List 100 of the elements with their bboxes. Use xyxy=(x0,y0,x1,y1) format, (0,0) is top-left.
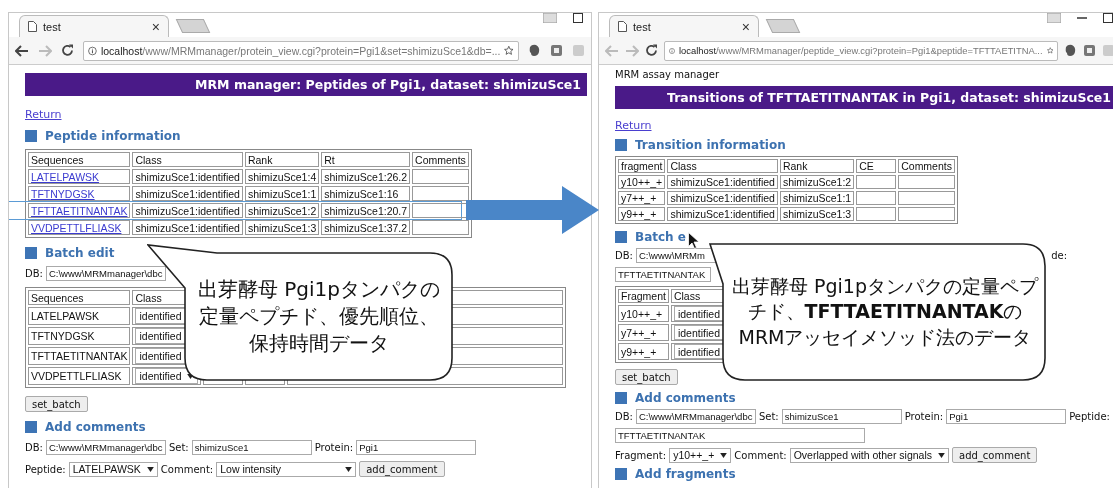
table-cell: y7++_+ xyxy=(618,191,666,205)
text-field[interactable]: C:\www\MRMmanager\dbc xyxy=(45,440,166,455)
section-heading: Add comments xyxy=(635,391,736,405)
heading-marker-icon xyxy=(615,231,627,243)
star-icon[interactable] xyxy=(1046,44,1053,57)
table-cell: VVDPETTLFLIASK xyxy=(28,367,131,385)
action-button[interactable]: add_comment xyxy=(359,461,445,477)
field-label: DB: xyxy=(615,411,633,422)
site-label: MRM assay manager xyxy=(615,69,721,80)
text-field[interactable]: C:\www\MRMmanager\dbc xyxy=(45,266,166,281)
heading-marker-icon xyxy=(25,247,37,259)
address-bar[interactable]: localhost/www/MRMmanager/protein_view.cgi?protein=Pgi1&set=shimizuSce1&db=... xyxy=(83,40,519,61)
return-link[interactable]: Return xyxy=(615,119,652,132)
maximize-icon[interactable] xyxy=(1103,13,1113,23)
field-label: DB: xyxy=(25,268,43,279)
section-heading: Transition information xyxy=(635,138,786,152)
table-cell: shimizuSce1:20.7 xyxy=(321,203,411,218)
browser-tab[interactable]: test × xyxy=(19,15,169,37)
heading-marker-icon xyxy=(615,468,627,480)
table-cell: shimizuSce1:1 xyxy=(779,191,855,205)
text-field[interactable]: Pgi1 xyxy=(356,440,477,455)
table-cell: shimizuSce1:16 xyxy=(321,186,411,201)
extension-icon[interactable] xyxy=(528,44,541,57)
new-tab-button[interactable] xyxy=(175,19,211,33)
new-tab-button[interactable] xyxy=(765,19,801,33)
caret-icon xyxy=(938,452,945,458)
table-cell: shimizuSce1:2 xyxy=(244,203,320,218)
extension-icon[interactable] xyxy=(550,44,563,57)
close-button[interactable]: × xyxy=(151,19,160,34)
caret-icon xyxy=(720,452,728,458)
table-cell: shimizuSce1:identified xyxy=(132,186,243,201)
table-cell: y10++_+ xyxy=(618,175,666,189)
browser-tab[interactable]: test × xyxy=(609,15,759,37)
field-label: Comment: xyxy=(734,449,787,461)
field-label: Peptide: xyxy=(1069,411,1110,422)
field-label: de: xyxy=(1051,250,1067,261)
dropdown[interactable]: Overlapped with other signals xyxy=(789,447,949,463)
table-cell: Comments xyxy=(412,152,469,167)
dropdown[interactable]: y10++_+ xyxy=(669,447,732,463)
url-text: localhost/www/MRMmanager/peptide_view.cgi?protein=Pgi1&peptide=TFTTAETITNA... xyxy=(679,45,1043,56)
return-link[interactable]: Return xyxy=(25,108,62,121)
section-heading: Add fragments xyxy=(635,467,736,481)
text-field[interactable]: C:\www\MRMmanager\dbc xyxy=(635,409,756,424)
maximize-icon[interactable] xyxy=(573,13,583,23)
text-field[interactable]: C:\www\MRMm xyxy=(635,248,716,263)
table-cell: shimizuSce1:identified xyxy=(132,203,243,218)
dropdown[interactable]: Low intensity xyxy=(216,461,357,477)
table-cell: y10++_+ xyxy=(618,305,669,322)
table-cell: shimizuSce1:1 xyxy=(244,186,320,201)
table-cell: shimizuSce1:26.2 xyxy=(321,169,411,184)
field-label: Comment: xyxy=(160,463,214,475)
url-text: localhost/www/MRMmanager/protein_view.cgi?protein=Pgi1&set=shimizuSce1&db=... xyxy=(100,44,501,57)
page-banner: Transitions of TFTTAETITNANTAK in Pgi1, dataset: shimizuSce1 xyxy=(615,86,1113,109)
table-cell: shimizuSce1:identified xyxy=(132,169,243,184)
table-cell: Rank xyxy=(244,152,320,167)
close-button[interactable]: × xyxy=(741,19,750,34)
field-label: Protein: xyxy=(314,442,354,453)
action-button[interactable]: set_batch xyxy=(615,369,678,385)
extension-icon[interactable] xyxy=(1083,44,1096,57)
table-cell: shimizuSce1:identified xyxy=(667,207,778,221)
field-label: DB: xyxy=(615,250,633,261)
page-icon xyxy=(618,21,627,32)
dropdown[interactable]: LATELPAWSK xyxy=(68,461,158,477)
reload-icon[interactable] xyxy=(645,44,658,57)
text-field[interactable]: shimizuSce1 xyxy=(191,440,312,455)
heading-marker-icon xyxy=(615,392,627,404)
heading-marker-icon xyxy=(615,139,627,151)
text-field[interactable]: shimizuSce1 xyxy=(781,409,902,424)
extension-icon[interactable] xyxy=(1064,44,1077,57)
tab-title: test xyxy=(633,20,652,33)
table-cell: TFTNYDGSK xyxy=(28,327,131,345)
text-field[interactable]: TFTTAETITNANTAK xyxy=(615,267,711,282)
section-heading: Peptide information xyxy=(45,129,181,143)
action-button[interactable]: set_batch xyxy=(25,396,88,412)
table-cell: y7++_+ xyxy=(618,324,669,341)
text-field[interactable]: Pgi1 xyxy=(946,409,1067,424)
table-cell: shimizuSce1:4 xyxy=(244,169,320,184)
table-cell: Class xyxy=(667,159,778,173)
section-heading: Batch e xyxy=(635,230,686,244)
table-cell: Fragment xyxy=(618,289,669,303)
table-cell: Comments xyxy=(898,159,955,173)
reload-icon[interactable] xyxy=(61,44,74,57)
action-button[interactable]: add_comment xyxy=(952,447,1038,463)
table-cell: y9++_+ xyxy=(618,207,666,221)
field-label: DB: xyxy=(25,442,43,453)
table-cell: TFTTAETITNANTAK xyxy=(28,347,131,365)
table-cell: shimizuSce1:identified xyxy=(667,191,778,205)
table-cell: Rt xyxy=(321,152,411,167)
address-bar[interactable]: localhost/www/MRMmanager/peptide_view.cgi?protein=Pgi1&peptide=TFTTAETITNA... xyxy=(664,40,1058,61)
star-icon[interactable] xyxy=(504,44,514,57)
back-icon[interactable] xyxy=(15,44,29,57)
text-field[interactable]: TFTTAETITNANTAK xyxy=(615,428,865,443)
cursor-icon xyxy=(688,232,700,249)
section-heading: Add comments xyxy=(45,420,146,434)
table-cell: CE xyxy=(856,159,897,173)
field-label: Set: xyxy=(758,411,779,422)
table-cell: shimizuSce1:identified xyxy=(667,175,778,189)
table-cell: shimizuSce1:identified xyxy=(132,220,243,235)
table-cell: shimizuSce1:2 xyxy=(779,175,855,189)
table-cell: shimizuSce1:37.2 xyxy=(321,220,411,235)
